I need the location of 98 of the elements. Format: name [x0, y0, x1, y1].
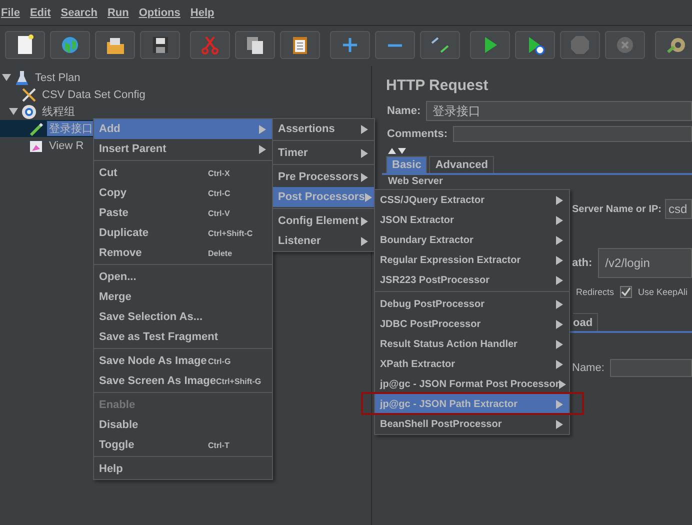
caret-icon: [556, 256, 563, 264]
context-menu-item[interactable]: Save Selection As...: [94, 307, 272, 327]
caret-icon: [556, 300, 563, 308]
submenu-item[interactable]: Assertions: [273, 119, 374, 139]
submenu-item[interactable]: Pre Processors: [273, 167, 374, 187]
field-label: Name:: [572, 362, 604, 374]
submenu-item[interactable]: JDBC PostProcessor: [375, 314, 569, 334]
field-label: Comments:: [387, 128, 448, 140]
caret-icon: [259, 144, 266, 154]
submenu-item[interactable]: jp@gc - JSON Format Post Processor: [375, 374, 569, 394]
tree-item[interactable]: CSV Data Set Config: [40, 88, 148, 100]
copy-icon: [244, 34, 266, 56]
comments-field[interactable]: [452, 126, 692, 142]
section-label: Web Server: [388, 176, 443, 187]
tree-item[interactable]: View R: [47, 140, 86, 152]
caret-icon: [556, 236, 563, 244]
name-field[interactable]: [610, 359, 692, 377]
field-label: Name:: [387, 105, 421, 117]
submenu-item[interactable]: Debug PostProcessor: [375, 294, 569, 314]
shutdown-icon: [614, 34, 636, 56]
menu-item[interactable]: File: [1, 6, 20, 18]
caret-icon: [556, 320, 563, 328]
checkbox[interactable]: [620, 286, 632, 298]
checkmark-icon: [621, 287, 632, 297]
expand-toggle-icon[interactable]: [9, 107, 18, 116]
tab[interactable]: Advanced: [429, 156, 494, 173]
context-menu-item[interactable]: Open...: [94, 267, 272, 287]
tab[interactable]: oad: [573, 313, 598, 331]
context-menu-item[interactable]: Help: [94, 459, 272, 479]
toolbar-button[interactable]: [95, 31, 135, 59]
caret-icon: [556, 276, 563, 284]
menu-item[interactable]: Options: [138, 6, 180, 18]
caret-icon: [556, 420, 563, 428]
toolbar-button[interactable]: [515, 31, 555, 59]
collapse-arrows-icon[interactable]: [388, 147, 406, 155]
context-menu-item[interactable]: Cut Ctrl-X: [94, 163, 272, 183]
caret-icon: [556, 216, 563, 224]
caret-icon: [556, 400, 563, 408]
context-menu-item[interactable]: Disable: [94, 415, 272, 435]
toolbar-button[interactable]: [420, 31, 460, 59]
template-icon: [59, 34, 81, 56]
field-label: Server Name or IP:: [572, 204, 662, 214]
menu-item[interactable]: Edit: [30, 6, 51, 18]
context-menu-item[interactable]: Copy Ctrl-C: [94, 183, 272, 203]
context-menu-item[interactable]: Remove Delete: [94, 243, 272, 263]
caret-icon: [559, 380, 566, 388]
context-menu-item[interactable]: Duplicate Ctrl+Shift-C: [94, 223, 272, 243]
submenu-item[interactable]: JSR223 PostProcessor: [375, 270, 569, 290]
stop-icon: [569, 34, 591, 56]
menu-item[interactable]: Help: [190, 6, 214, 18]
context-menu-item[interactable]: Merge: [94, 287, 272, 307]
caret-icon: [361, 236, 368, 246]
caret-icon: [259, 124, 266, 134]
context-menu-item[interactable]: Insert Parent: [94, 139, 272, 159]
toolbar-button[interactable]: [235, 31, 275, 59]
flask-icon: [14, 70, 30, 86]
submenu-item[interactable]: CSS/JQuery Extractor: [375, 190, 569, 210]
submenu-item[interactable]: BeanShell PostProcessor: [375, 414, 569, 434]
context-menu-item[interactable]: Paste Ctrl-V: [94, 203, 272, 223]
panel-title: HTTP Request: [385, 76, 490, 96]
field-label: ath:: [572, 257, 592, 269]
path-field[interactable]: /v2/login: [598, 248, 692, 278]
caret-icon: [556, 196, 563, 204]
name-field[interactable]: 登录接口: [426, 101, 692, 121]
option-label: Redirects: [576, 287, 614, 297]
submenu-item[interactable]: Boundary Extractor: [375, 230, 569, 250]
caret-icon: [364, 192, 372, 202]
submenu-item[interactable]: Result Status Action Handler: [375, 334, 569, 354]
submenu-item[interactable]: Config Element: [273, 211, 374, 231]
submenu-item[interactable]: Timer: [273, 143, 374, 163]
caret-icon: [361, 148, 368, 158]
tools-icon: [21, 86, 37, 102]
submenu-item[interactable]: XPath Extractor: [375, 354, 569, 374]
context-menu-item[interactable]: Save Screen As ImageCtrl+Shift-G: [94, 371, 272, 391]
toolbar-button[interactable]: [140, 31, 180, 59]
scissors-icon: [199, 34, 221, 56]
menu-item[interactable]: Search: [60, 6, 98, 18]
toolbar-button[interactable]: [280, 31, 320, 59]
menu-item[interactable]: Run: [107, 6, 129, 18]
context-menu-item[interactable]: Toggle Ctrl-T: [94, 435, 272, 455]
context-menu-item[interactable]: Save Node As ImageCtrl-G: [94, 351, 272, 371]
option-label: Use KeepAli: [638, 287, 688, 297]
caret-icon: [556, 360, 563, 368]
tree-item[interactable]: 线程组: [40, 104, 77, 119]
caret-icon: [556, 340, 563, 348]
submenu-item[interactable]: Regular Expression Extractor: [375, 250, 569, 270]
submenu-item[interactable]: JSON Extractor: [375, 210, 569, 230]
context-menu-item[interactable]: Save as Test Fragment: [94, 327, 272, 347]
tree-item[interactable]: Test Plan: [33, 72, 82, 84]
caret-icon: [361, 216, 368, 226]
minus-icon: [388, 44, 402, 46]
pipette-icon: [28, 120, 44, 136]
caret-icon: [361, 124, 368, 134]
submenu-item[interactable]: Listener: [273, 231, 374, 251]
caret-icon: [361, 172, 368, 182]
toolbar-button[interactable]: [5, 31, 45, 59]
server-field[interactable]: csd: [664, 199, 692, 219]
expand-toggle-icon[interactable]: [2, 73, 11, 82]
